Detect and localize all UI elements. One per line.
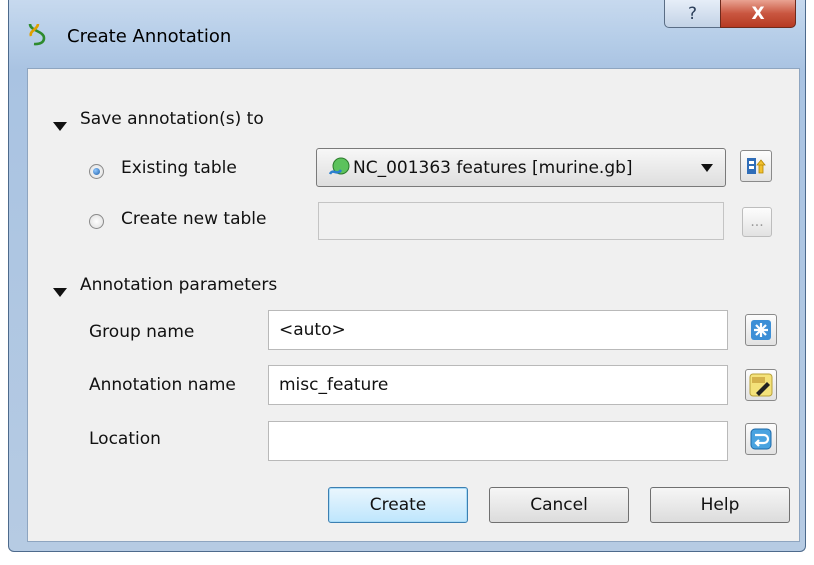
save-section-toggle[interactable] (53, 116, 67, 136)
undo-arrow-icon (750, 428, 772, 450)
close-button[interactable]: X (720, 0, 796, 28)
existing-table-combo[interactable]: NC_001363 features [murine.gb] (316, 148, 726, 187)
create-new-table-label: Create new table (121, 209, 267, 229)
group-name-field[interactable] (268, 310, 728, 350)
location-button[interactable] (745, 423, 777, 455)
location-field[interactable] (268, 421, 728, 461)
dialog-window: Create Annotation ? X Save annotation(s)… (8, 0, 806, 552)
group-name-label: Group name (89, 322, 195, 342)
location-label: Location (89, 429, 161, 449)
object-select-icon (747, 158, 766, 174)
existing-table-label: Existing table (121, 158, 237, 178)
create-new-table-radio[interactable] (89, 214, 104, 229)
new-table-path-field[interactable] (318, 202, 724, 240)
cancel-button[interactable]: Cancel (489, 487, 629, 523)
title-help-button[interactable]: ? (664, 0, 721, 28)
dna-helix-icon (28, 23, 46, 46)
params-section-title: Annotation parameters (80, 275, 278, 295)
dialog-body: Save annotation(s) to Existing table NC_… (27, 68, 800, 542)
snowflake-icon (751, 320, 771, 340)
collapse-triangle-icon (53, 288, 67, 297)
annotation-name-field[interactable] (268, 365, 728, 405)
existing-table-value: NC_001363 features [murine.gb] (353, 158, 633, 178)
create-button[interactable]: Create (328, 487, 468, 523)
browse-button[interactable]: ... (742, 207, 772, 237)
group-name-button[interactable] (745, 314, 777, 346)
annotation-name-button[interactable] (745, 369, 777, 401)
chevron-down-icon (701, 164, 713, 172)
text-edit-icon (749, 373, 773, 397)
object-sequence-icon (328, 157, 350, 175)
annotation-name-label: Annotation name (89, 375, 236, 395)
help-button[interactable]: Help (650, 487, 790, 523)
save-section-title: Save annotation(s) to (80, 109, 264, 129)
dialog-title: Create Annotation (67, 26, 232, 47)
radio-selected-dot (93, 168, 100, 175)
select-object-button[interactable] (740, 150, 772, 182)
existing-table-radio[interactable] (89, 164, 104, 179)
params-section-toggle[interactable] (53, 282, 67, 302)
collapse-triangle-icon (53, 122, 67, 131)
